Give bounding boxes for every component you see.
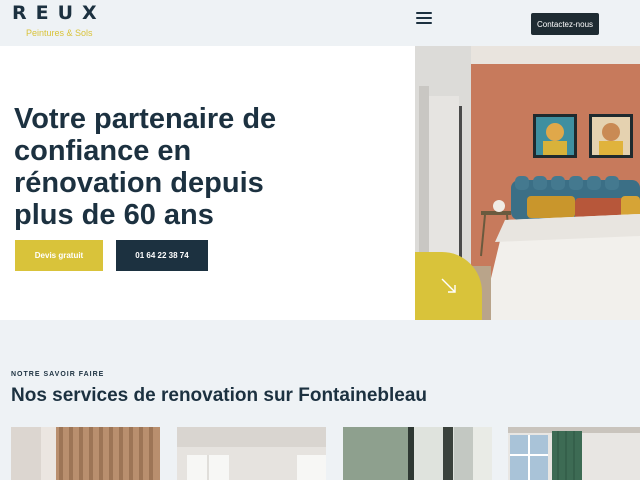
- logo-text: REUX: [12, 2, 106, 24]
- service-card-image[interactable]: [508, 427, 640, 480]
- section-eyebrow: NOTRE SAVOIR FAIRE: [11, 371, 105, 378]
- section-title: Nos services de renovation sur Fontaineb…: [11, 385, 428, 406]
- logo-subtitle: Peintures & Sols: [26, 28, 93, 38]
- site-header: REUX Peintures & Sols Contactez-nous: [0, 0, 640, 46]
- hamburger-icon[interactable]: [416, 12, 432, 24]
- phone-button[interactable]: 01 64 22 38 74: [116, 240, 208, 271]
- service-card-image[interactable]: [343, 427, 492, 480]
- hero-title: Votre partenaire de confiance en rénovat…: [14, 103, 277, 231]
- contact-button[interactable]: Contactez-nous: [531, 13, 599, 35]
- free-quote-button[interactable]: Devis gratuit: [15, 240, 103, 271]
- logo[interactable]: REUX Peintures & Sols: [12, 3, 106, 38]
- hero-bedroom-image: [415, 46, 640, 320]
- service-card-image[interactable]: [177, 427, 326, 480]
- service-card-image[interactable]: [11, 427, 160, 480]
- hero-section: Votre partenaire de confiance en rénovat…: [0, 46, 415, 320]
